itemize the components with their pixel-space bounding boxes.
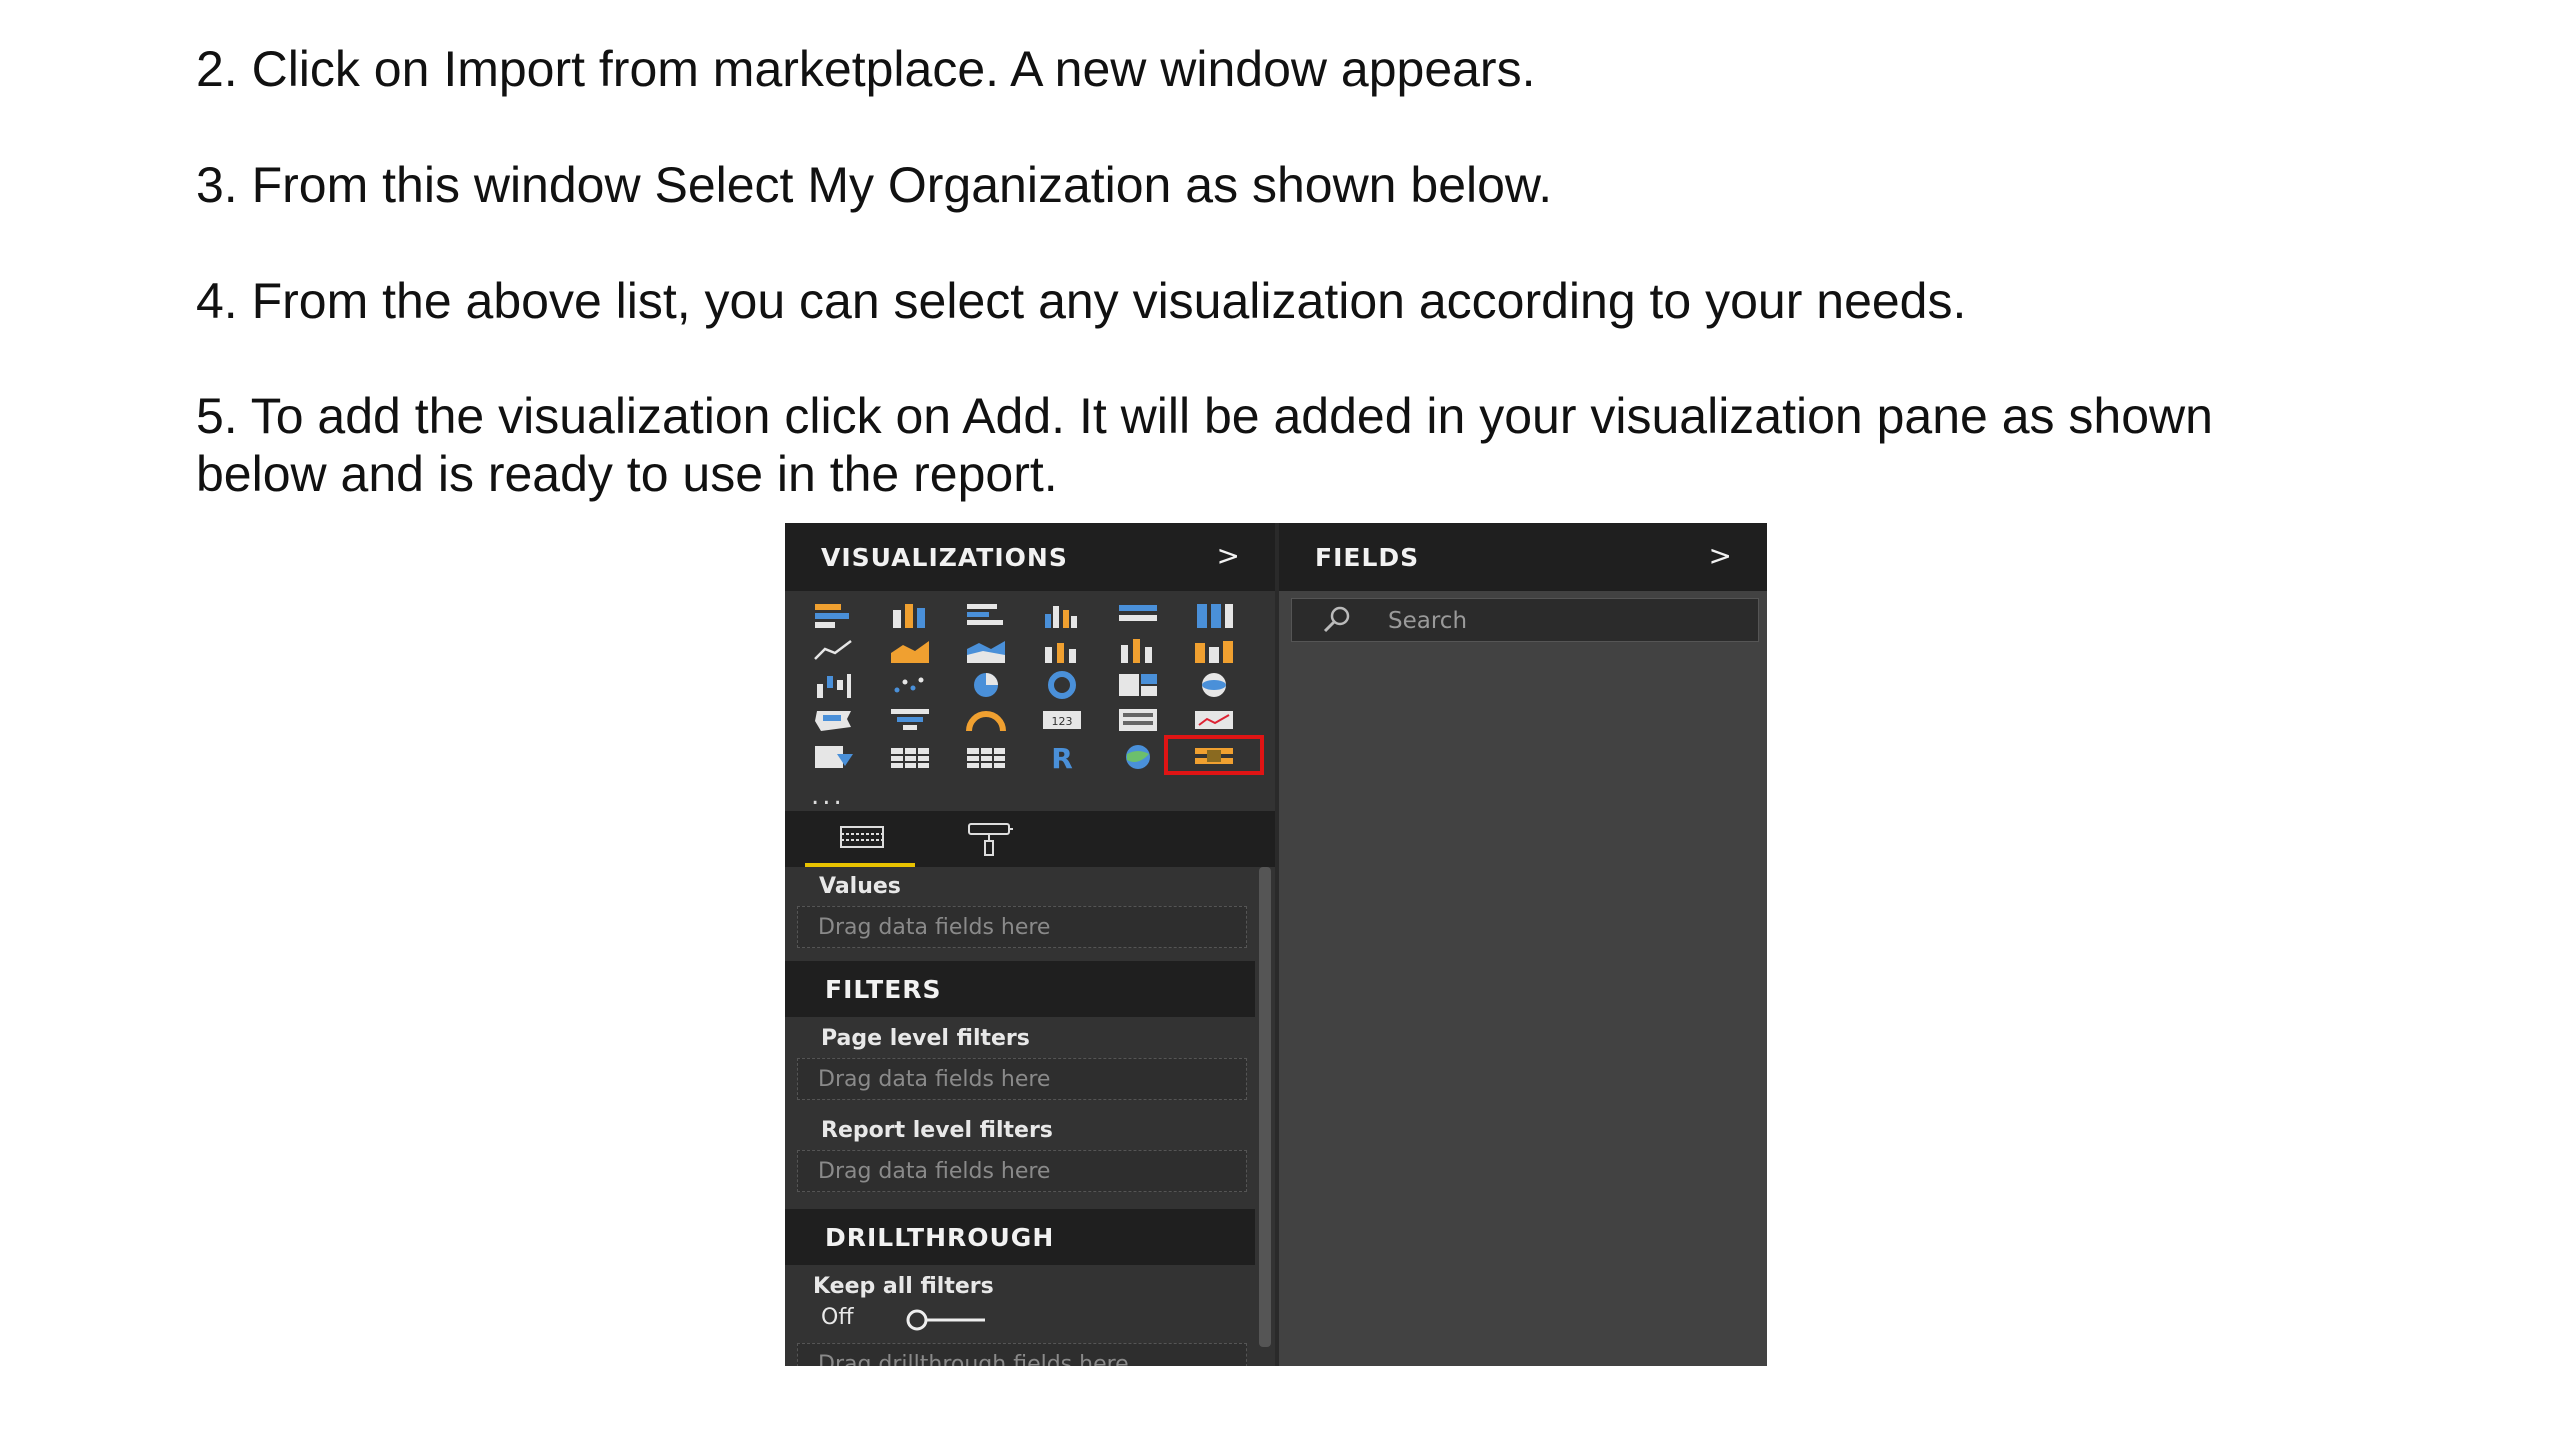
keep-filters-toggle[interactable] bbox=[903, 1308, 987, 1332]
arcgis-globe-icon[interactable] bbox=[1115, 742, 1161, 772]
filters-section-header: FILTERS bbox=[785, 961, 1255, 1017]
report-level-filters-well[interactable]: Drag data fields here bbox=[797, 1150, 1247, 1192]
stacked-bar-icon[interactable] bbox=[811, 600, 857, 630]
page-level-filters-label: Page level filters bbox=[821, 1026, 1030, 1051]
r-visual-icon[interactable]: R bbox=[1039, 742, 1085, 772]
waterfall-icon[interactable] bbox=[811, 670, 857, 700]
fields-well-icon bbox=[840, 826, 884, 848]
fields-search-input[interactable]: Search bbox=[1291, 598, 1759, 642]
fields-pane: FIELDS > Search bbox=[1279, 523, 1767, 1366]
visualizations-pane: VISUALIZATIONS > 123 R ... Values Drag d… bbox=[785, 523, 1275, 1366]
stacked-column-icon[interactable] bbox=[887, 600, 933, 630]
funnel-icon[interactable] bbox=[887, 705, 933, 735]
visualizations-scrollbar[interactable] bbox=[1259, 867, 1271, 1347]
100-column-icon[interactable] bbox=[1191, 600, 1237, 630]
ribbon-chart-icon[interactable] bbox=[1191, 635, 1237, 665]
svg-text:123: 123 bbox=[1052, 715, 1073, 728]
area-chart-icon[interactable] bbox=[887, 635, 933, 665]
instruction-step-5-line-2: below and is ready to use in the report. bbox=[196, 446, 1058, 502]
values-label: Values bbox=[819, 874, 901, 899]
card-icon[interactable]: 123 bbox=[1039, 705, 1085, 735]
field-format-tabs bbox=[785, 811, 1275, 867]
donut-icon[interactable] bbox=[1039, 670, 1085, 700]
kpi-icon[interactable] bbox=[1191, 705, 1237, 735]
drillthrough-fields-well[interactable]: Drag drillthrough fields here bbox=[797, 1343, 1247, 1366]
line-chart-icon[interactable] bbox=[811, 635, 857, 665]
100-bar-icon[interactable] bbox=[1115, 600, 1161, 630]
toggle-state-label: Off bbox=[821, 1305, 854, 1330]
fields-title: FIELDS bbox=[1315, 543, 1420, 572]
paint-roller-icon bbox=[968, 823, 1013, 856]
svg-text:R: R bbox=[1051, 742, 1073, 772]
treemap-icon[interactable] bbox=[1115, 670, 1161, 700]
stacked-area-icon[interactable] bbox=[963, 635, 1009, 665]
slicer-icon[interactable] bbox=[811, 742, 857, 772]
instruction-step-2: 2. Click on Import from marketplace. A n… bbox=[196, 41, 1536, 97]
filled-map-icon[interactable] bbox=[811, 705, 857, 735]
powerbi-pane-screenshot: VISUALIZATIONS > 123 R ... Values Drag d… bbox=[785, 523, 1767, 1366]
report-level-filters-label: Report level filters bbox=[821, 1118, 1053, 1143]
matrix-icon[interactable] bbox=[963, 742, 1009, 772]
drillthrough-section-header: DRILLTHROUGH bbox=[785, 1209, 1255, 1265]
line-stacked-column-icon[interactable] bbox=[1115, 635, 1161, 665]
tab-format[interactable] bbox=[935, 811, 1045, 867]
search-icon bbox=[1323, 606, 1350, 633]
chevron-right-icon[interactable]: > bbox=[1217, 539, 1241, 572]
instruction-step-3: 3. From this window Select My Organizati… bbox=[196, 157, 1553, 213]
values-drop-well[interactable]: Drag data fields here bbox=[797, 906, 1247, 948]
instruction-step-4: 4. From the above list, you can select a… bbox=[196, 273, 1967, 329]
table-icon[interactable] bbox=[887, 742, 933, 772]
map-icon[interactable] bbox=[1191, 670, 1237, 700]
scatter-icon[interactable] bbox=[887, 670, 933, 700]
tab-fields[interactable] bbox=[805, 811, 915, 867]
visualizations-header[interactable]: VISUALIZATIONS > bbox=[785, 523, 1275, 591]
keep-all-filters-label: Keep all filters bbox=[813, 1274, 994, 1299]
instruction-step-5-line-1: 5. To add the visualization click on Add… bbox=[196, 388, 2213, 444]
line-column-icon[interactable] bbox=[1039, 635, 1085, 665]
multi-row-card-icon[interactable] bbox=[1115, 705, 1161, 735]
clustered-bar-icon[interactable] bbox=[963, 600, 1009, 630]
chevron-right-icon[interactable]: > bbox=[1709, 539, 1733, 572]
gauge-icon[interactable] bbox=[963, 705, 1009, 735]
pie-icon[interactable] bbox=[963, 670, 1009, 700]
search-placeholder: Search bbox=[1388, 608, 1468, 634]
page-level-filters-well[interactable]: Drag data fields here bbox=[797, 1058, 1247, 1100]
clustered-column-icon[interactable] bbox=[1039, 600, 1085, 630]
selected-custom-visual-highlight bbox=[1164, 735, 1264, 775]
more-visuals-icon[interactable]: ... bbox=[811, 781, 845, 811]
fields-header[interactable]: FIELDS > bbox=[1279, 523, 1767, 591]
visualizations-title: VISUALIZATIONS bbox=[821, 543, 1068, 572]
